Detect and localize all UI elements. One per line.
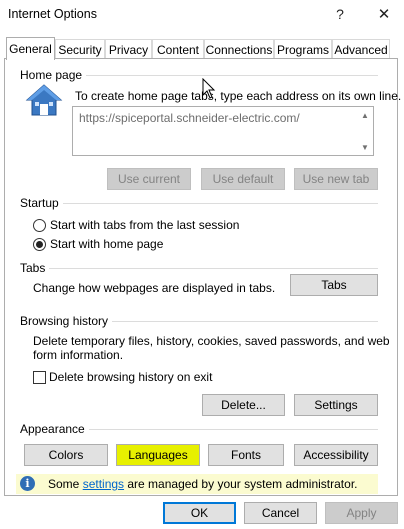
tabs-button[interactable]: Tabs — [290, 274, 378, 296]
tab-strip: General Security Privacy Content Connect… — [0, 37, 404, 60]
use-current-button[interactable]: Use current — [107, 168, 191, 190]
delete-button[interactable]: Delete... — [202, 394, 285, 416]
cancel-button[interactable]: Cancel — [244, 502, 317, 524]
startup-label: Startup — [20, 196, 63, 210]
tab-general[interactable]: General — [6, 37, 55, 60]
scroll-down-icon[interactable]: ▼ — [359, 141, 371, 153]
apply-button[interactable]: Apply — [325, 502, 398, 524]
home-page-label: Home page — [20, 68, 87, 82]
help-button[interactable]: ? — [326, 2, 354, 26]
tab-advanced[interactable]: Advanced — [332, 39, 390, 59]
browsing-history-label: Browsing history — [20, 314, 113, 328]
tab-programs[interactable]: Programs — [274, 39, 332, 59]
startup-divider — [20, 203, 378, 204]
home-page-url-input[interactable]: https://spiceportal.schneider-electric.c… — [72, 106, 374, 156]
close-button[interactable]: ✕ — [370, 2, 398, 26]
mouse-cursor-icon — [202, 78, 216, 99]
delete-on-exit-checkbox[interactable] — [33, 371, 46, 384]
tab-connections[interactable]: Connections — [204, 39, 274, 59]
settings-link[interactable]: settings — [83, 477, 124, 491]
use-new-tab-button[interactable]: Use new tab — [294, 168, 378, 190]
managed-settings-text: Some settings are managed by your system… — [48, 477, 357, 491]
tab-content[interactable]: Content — [152, 39, 204, 59]
tabs-group-label: Tabs — [20, 261, 50, 275]
window-title: Internet Options — [8, 7, 97, 21]
browsing-history-description-2: form information. — [33, 348, 124, 362]
startup-last-session-label: Start with tabs from the last session — [50, 218, 240, 232]
home-icon — [25, 84, 63, 116]
startup-home-page-radio[interactable] — [33, 238, 46, 251]
tab-security[interactable]: Security — [55, 39, 105, 59]
appearance-label: Appearance — [20, 422, 89, 436]
history-settings-button[interactable]: Settings — [294, 394, 378, 416]
managed-settings-infobar: i Some settings are managed by your syst… — [16, 474, 378, 494]
use-default-button[interactable]: Use default — [201, 168, 285, 190]
startup-last-session-radio[interactable] — [33, 219, 46, 232]
home-page-url: https://spiceportal.schneider-electric.c… — [79, 111, 300, 125]
info-icon: i — [20, 476, 35, 491]
info-suffix: are managed by your system administrator… — [124, 477, 358, 491]
colors-button[interactable]: Colors — [24, 444, 108, 466]
browsing-history-description-1: Delete temporary files, history, cookies… — [33, 334, 390, 348]
fonts-button[interactable]: Fonts — [208, 444, 284, 466]
tab-privacy[interactable]: Privacy — [105, 39, 152, 59]
tabs-description: Change how webpages are displayed in tab… — [33, 281, 276, 295]
accessibility-button[interactable]: Accessibility — [294, 444, 378, 466]
info-prefix: Some — [48, 477, 83, 491]
ok-button[interactable]: OK — [163, 502, 236, 524]
delete-on-exit-label: Delete browsing history on exit — [49, 370, 213, 384]
scroll-up-icon[interactable]: ▲ — [359, 109, 371, 121]
tabs-divider — [20, 268, 378, 269]
home-page-description: To create home page tabs, type each addr… — [75, 89, 402, 103]
startup-home-page-label: Start with home page — [50, 237, 164, 251]
title-bar: Internet Options ? ✕ — [0, 0, 404, 30]
languages-button[interactable]: Languages — [116, 444, 200, 466]
